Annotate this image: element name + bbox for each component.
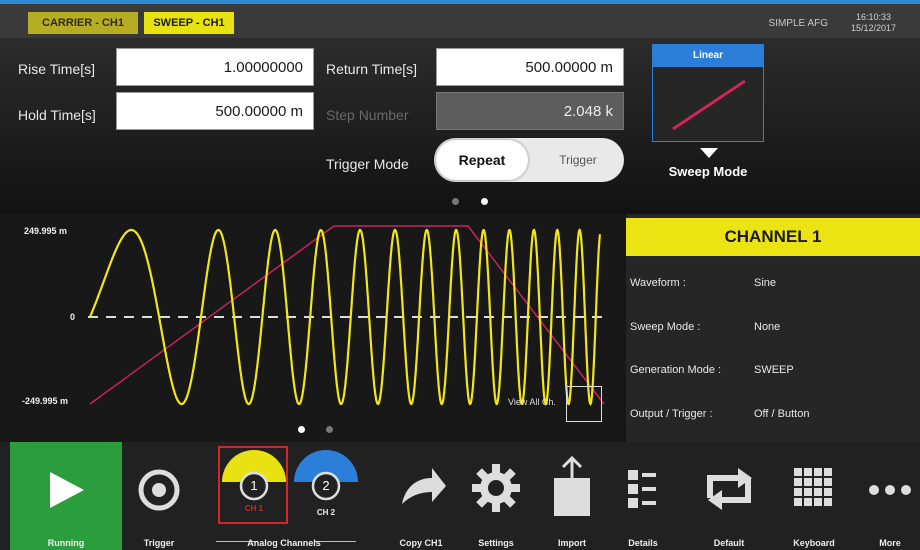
keyboard-button[interactable]: Keyboard	[776, 442, 852, 550]
trigger-mode-repeat[interactable]: Repeat	[436, 140, 528, 180]
keyboard-key	[814, 468, 822, 476]
sweep-settings-panel: Rise Time[s] 1.00000000 Hold Time[s] 500…	[0, 38, 920, 214]
view-all-label: View All Ch.	[508, 397, 556, 407]
import-icon	[554, 455, 590, 516]
default-button[interactable]: Default	[684, 442, 774, 550]
keyboard-key	[824, 468, 832, 476]
details-button[interactable]: Details	[608, 442, 678, 550]
clock-time: 16:10:33	[855, 12, 891, 22]
sweep-mode-card[interactable]: Linear	[652, 44, 764, 142]
play-icon	[50, 472, 84, 508]
keyboard-key	[814, 488, 822, 496]
keyboard-key	[804, 488, 812, 496]
channel-title: CHANNEL 1	[626, 218, 920, 256]
tab-carrier-ch1[interactable]: CARRIER - CH1	[28, 12, 138, 34]
sweep-mode-key: Sweep Mode :	[630, 321, 701, 333]
reset-loop-icon	[707, 468, 752, 510]
keyboard-icon	[794, 468, 832, 506]
ch2-button[interactable]: 2	[316, 478, 336, 493]
bottom-toolbar: Running Trigger 1 2 CH 1 CH 2 Analog Cha…	[0, 442, 920, 550]
keyboard-key	[814, 478, 822, 486]
app-brand: SIMPLE AFG	[768, 18, 828, 29]
keyboard-key	[824, 498, 832, 506]
tab-sweep-ch1[interactable]: SWEEP - CH1	[144, 12, 234, 34]
analog-channels-label: Analog Channels	[247, 538, 321, 548]
generation-mode-key: Generation Mode :	[630, 364, 722, 376]
page-dot-1[interactable]	[452, 198, 459, 205]
waveform-display: 249.995 m 0 -249.995 m View All Ch.	[0, 214, 626, 442]
channel-icons	[222, 450, 358, 501]
trigger-label: Trigger	[143, 538, 175, 548]
settings-label: Settings	[478, 538, 514, 548]
default-label: Default	[713, 538, 745, 548]
sweep-mode-value: None	[754, 321, 781, 333]
keyboard-key	[804, 478, 812, 486]
wave-page-dot-2[interactable]	[326, 426, 333, 433]
output-trigger-key: Output / Trigger :	[630, 408, 713, 420]
page-dot-2[interactable]	[481, 198, 488, 205]
keyboard-key	[804, 468, 812, 476]
clock: 16:10:33 15/12/2017	[851, 12, 896, 34]
rise-time-label: Rise Time[s]	[18, 61, 96, 77]
step-number-field: 2.048 k	[436, 92, 624, 130]
running-button[interactable]: Running	[10, 442, 122, 550]
waveform-value: Sine	[754, 277, 777, 289]
trigger-button[interactable]: Trigger	[122, 442, 196, 550]
hold-time-label: Hold Time[s]	[18, 107, 96, 123]
ch1-label: CH 1	[244, 504, 264, 513]
waveform-plot	[88, 225, 605, 406]
copy-button[interactable]: Copy CH1	[386, 442, 456, 550]
trigger-mode-label: Trigger Mode	[326, 156, 409, 172]
return-time-label: Return Time[s]	[326, 61, 418, 77]
more-dots-icon	[869, 485, 911, 495]
keyboard-label: Keyboard	[793, 538, 835, 548]
trigger-icon	[138, 469, 180, 511]
channel-info-panel: CHANNEL 1 Waveform : Sine Sweep Mode : N…	[626, 214, 920, 442]
keyboard-key	[824, 488, 832, 496]
import-label: Import	[558, 538, 586, 548]
more-button[interactable]: More	[860, 442, 920, 550]
view-all-button[interactable]	[566, 386, 602, 422]
step-number-label: Step Number	[326, 107, 409, 123]
keyboard-key	[804, 498, 812, 506]
hold-time-field[interactable]: 500.00000 m	[116, 92, 314, 130]
share-arrow-icon	[402, 468, 446, 504]
sweep-mode-label: Sweep Mode	[668, 164, 748, 179]
keyboard-key	[794, 478, 802, 486]
keyboard-key	[794, 488, 802, 496]
trigger-mode-toggle[interactable]: Repeat Trigger	[434, 138, 624, 182]
output-trigger-value: Off / Button	[754, 408, 810, 420]
wave-page-dot-1[interactable]	[298, 426, 305, 433]
settings-button[interactable]: Settings	[460, 442, 532, 550]
gear-icon	[472, 464, 520, 512]
sweep-mode-card-title: Linear	[653, 45, 763, 67]
trigger-mode-trigger[interactable]: Trigger	[534, 138, 622, 182]
return-time-field[interactable]: 500.00000 m	[436, 48, 624, 86]
details-list-icon	[628, 470, 656, 508]
ch1-button[interactable]: 1	[244, 478, 264, 493]
keyboard-key	[814, 498, 822, 506]
ch2-label: CH 2	[316, 508, 336, 517]
clock-date: 15/12/2017	[850, 23, 896, 33]
chevron-down-icon	[700, 148, 718, 158]
keyboard-key	[824, 478, 832, 486]
analog-channels-group: 1 2 CH 1 CH 2 Analog Channels	[196, 442, 372, 550]
keyboard-key	[794, 498, 802, 506]
import-button[interactable]: Import	[536, 442, 608, 550]
generation-mode-value: SWEEP	[754, 364, 794, 376]
waveform-key: Waveform :	[630, 277, 686, 289]
copy-label: Copy CH1	[399, 538, 443, 548]
top-bar: CARRIER - CH1 SWEEP - CH1 SIMPLE AFG 16:…	[0, 0, 920, 38]
more-label: More	[879, 538, 901, 548]
rise-time-field[interactable]: 1.00000000	[116, 48, 314, 86]
linear-ramp-icon	[672, 79, 746, 131]
details-label: Details	[628, 538, 658, 548]
keyboard-key	[794, 468, 802, 476]
running-label: Running	[47, 538, 85, 548]
